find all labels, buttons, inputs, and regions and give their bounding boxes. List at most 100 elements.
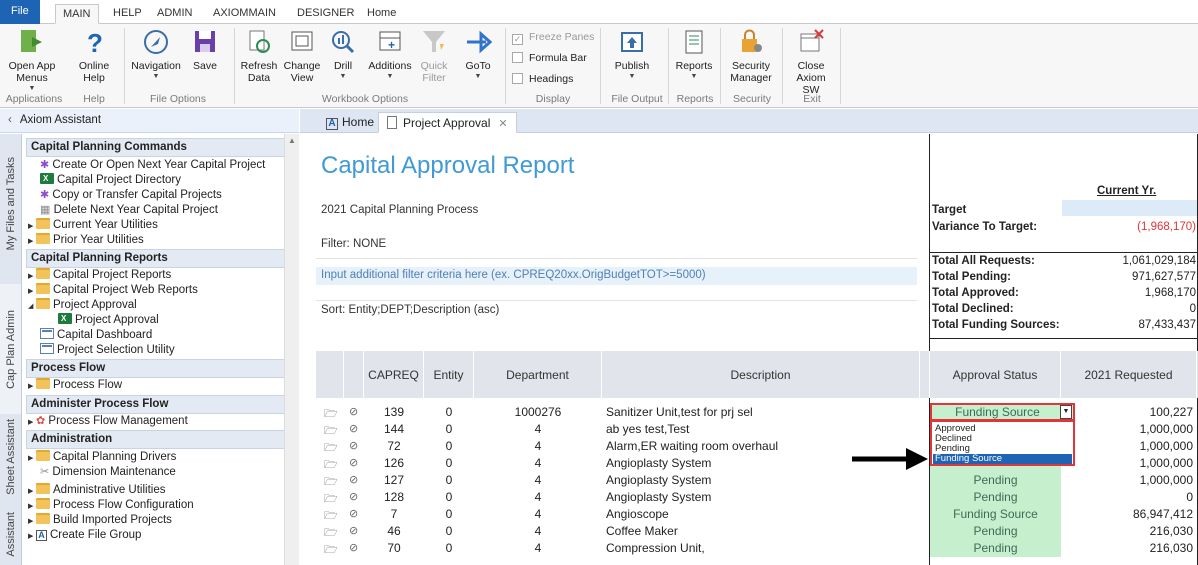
tab-help[interactable]: HELP <box>106 4 149 24</box>
tree-item-process-flow-management[interactable]: ▶ ✿ Process Flow Management <box>28 414 188 429</box>
status-cell[interactable]: Funding Source <box>930 506 1061 523</box>
security-manager-button[interactable]: Security Manager <box>726 28 776 84</box>
close-tab-icon[interactable]: ✕ <box>498 118 507 130</box>
open-folder-icon[interactable]: 🗁 <box>324 541 338 560</box>
formula-bar-checkbox[interactable]: Formula Bar <box>512 52 587 64</box>
dropdown-arrow-icon[interactable]: ▼ <box>1060 405 1072 419</box>
tree-item-copy-transfer[interactable]: ✱ Copy or Transfer Capital Projects <box>40 188 222 203</box>
expand-arrow-icon[interactable]: ▶ <box>28 234 36 249</box>
tree-item-build-imported-projects[interactable]: ▶ Build Imported Projects <box>28 513 172 528</box>
header-approval-status[interactable]: Approval Status <box>930 351 1061 398</box>
tree-item-delete-next-year[interactable]: ▦ Delete Next Year Capital Project <box>40 203 218 218</box>
vtab-sheet-assistant[interactable]: Sheet Assistant <box>0 414 21 500</box>
vtab-assistant[interactable]: Assistant <box>0 504 21 565</box>
expand-arrow-icon[interactable]: ▶ <box>28 529 36 544</box>
section-capital-planning-commands[interactable]: Capital Planning Commands ^ <box>26 138 284 157</box>
tree-item-prior-year-utilities[interactable]: ▶ Prior Year Utilities <box>28 233 144 248</box>
tree-item-process-flow-configuration[interactable]: ▶ Process Flow Configuration <box>28 498 194 513</box>
table-row[interactable]: 🗁 ⊘ 70 0 4 Compression Unit, 216,030 Pending <box>316 540 1198 557</box>
tree-item-project-web-reports[interactable]: ▶ Capital Project Web Reports <box>28 283 198 298</box>
table-row[interactable]: 🗁 ⊘ 7 0 4 Angioscope 86,947,412 Funding Source <box>316 506 1198 523</box>
expand-arrow-icon[interactable]: ▶ <box>28 514 36 529</box>
vtab-cap-plan-admin[interactable]: Cap Plan Admin <box>0 284 21 414</box>
tab-file[interactable]: File <box>0 0 40 24</box>
tab-designer[interactable]: DESIGNER <box>290 4 361 24</box>
open-app-menus-button[interactable]: Open App Menus ▼ <box>6 28 58 93</box>
expand-arrow-icon[interactable]: ▶ <box>28 219 36 234</box>
additions-button[interactable]: + Additions ▼ <box>366 28 414 81</box>
section-administration[interactable]: Administration ^ <box>26 430 284 449</box>
clear-icon[interactable]: ⊘ <box>349 473 358 486</box>
change-view-button[interactable]: Change View <box>282 28 322 84</box>
tree-item-create-file-group[interactable]: ▶ A Create File Group <box>28 528 141 543</box>
section-administer-process-flow[interactable]: Administer Process Flow ^ <box>26 395 284 414</box>
clear-icon[interactable]: ⊘ <box>349 422 358 435</box>
left-panel-scrollbar[interactable]: ▲ <box>284 134 299 565</box>
tree-item-current-year-utilities[interactable]: ▶ Current Year Utilities <box>28 218 158 233</box>
goto-button[interactable]: GoTo ▼ <box>458 28 498 81</box>
refresh-data-button[interactable]: Refresh Data <box>238 28 280 84</box>
reports-button[interactable]: Reports ▼ <box>674 28 714 81</box>
clear-icon[interactable]: ⊘ <box>349 507 358 520</box>
expand-arrow-icon[interactable]: ▶ <box>28 379 36 394</box>
scroll-up-icon[interactable]: ▲ <box>288 136 296 145</box>
approval-status-dropdown[interactable]: Funding Source ▼ <box>930 403 1075 421</box>
drill-button[interactable]: Drill ▼ <box>326 28 360 81</box>
tree-item-project-directory[interactable]: Capital Project Directory <box>40 171 181 188</box>
tree-item-capital-dashboard[interactable]: Capital Dashboard <box>40 328 152 343</box>
expand-arrow-icon[interactable]: ▶ <box>28 284 36 299</box>
status-cell[interactable]: Pending <box>930 540 1061 557</box>
tree-item-project-selection-utility[interactable]: Project Selection Utility <box>40 343 175 358</box>
tab-home[interactable]: Home <box>360 4 403 24</box>
expand-arrow-icon[interactable]: ▶ <box>28 415 36 430</box>
freeze-panes-checkbox[interactable]: ✓ Freeze Panes <box>512 31 594 45</box>
table-row[interactable]: 🗁 ⊘ 128 0 4 Angioplasty System 0 Pending <box>316 489 1198 506</box>
section-capital-planning-reports[interactable]: Capital Planning Reports ^ <box>26 249 284 268</box>
tree-item-create-next-year[interactable]: ✱ Create Or Open Next Year Capital Proje… <box>40 158 265 173</box>
header-requested[interactable]: 2021 Requested <box>1061 351 1197 398</box>
close-axiom-button[interactable]: Close Axiom SW <box>788 28 834 96</box>
header-department[interactable]: Department <box>474 351 602 398</box>
headings-checkbox[interactable]: Headings <box>512 73 573 85</box>
clear-icon[interactable]: ⊘ <box>349 541 358 554</box>
tree-item-capital-planning-drivers[interactable]: ▶ Capital Planning Drivers <box>28 450 176 465</box>
expand-arrow-icon[interactable]: ▶ <box>28 484 36 499</box>
tab-axiommain[interactable]: AXIOMMAIN <box>206 4 283 24</box>
header-entity[interactable]: Entity <box>424 351 474 398</box>
tree-item-administrative-utilities[interactable]: ▶ Administrative Utilities <box>28 483 165 498</box>
clear-icon[interactable]: ⊘ <box>349 405 358 418</box>
tree-item-project-reports[interactable]: ▶ Capital Project Reports <box>28 268 171 283</box>
tree-item-dimension-maintenance[interactable]: ✂ Dimension Maintenance <box>40 465 176 480</box>
tab-home-doc[interactable]: A Home <box>318 112 382 133</box>
chevron-left-icon[interactable]: ‹ <box>8 114 12 126</box>
table-row[interactable]: 🗁 ⊘ 127 0 4 Angioplasty System 1,000,000 Pendin… <box>316 472 1198 489</box>
option-funding-source[interactable]: Funding Source <box>933 454 1072 464</box>
header-capreq[interactable]: CAPREQ <box>364 351 424 398</box>
expand-arrow-icon[interactable]: ▶ <box>28 269 36 284</box>
status-cell[interactable]: Pending <box>930 523 1061 540</box>
tab-project-approval[interactable]: Project Approval ✕ <box>378 112 517 133</box>
tab-main[interactable]: MAIN <box>55 4 99 24</box>
status-cell[interactable]: Pending <box>930 472 1061 489</box>
clear-icon[interactable]: ⊘ <box>349 524 358 537</box>
tab-admin[interactable]: ADMIN <box>150 4 199 24</box>
save-button[interactable]: Save <box>188 28 222 72</box>
quick-filter-button[interactable]: Quick Filter <box>416 28 452 84</box>
expand-arrow-icon[interactable]: ▶ <box>28 499 36 514</box>
expand-arrow-icon[interactable]: ▶ <box>28 451 36 466</box>
status-cell[interactable]: Pending <box>930 489 1061 506</box>
clear-icon[interactable]: ⊘ <box>349 439 358 452</box>
tree-item-project-approval-folder[interactable]: ◢ Project Approval <box>28 298 137 313</box>
collapse-arrow-icon[interactable]: ◢ <box>28 299 36 314</box>
table-row[interactable]: 🗁 ⊘ 46 0 4 Coffee Maker 216,030 Pending <box>316 523 1198 540</box>
section-process-flow[interactable]: Process Flow ^ <box>26 359 284 378</box>
tree-item-process-flow[interactable]: ▶ Process Flow <box>28 378 122 393</box>
axiom-assistant-header[interactable]: ‹ Axiom Assistant <box>0 109 299 133</box>
clear-icon[interactable]: ⊘ <box>349 456 358 469</box>
navigation-button[interactable]: Navigation ▼ <box>128 28 184 81</box>
online-help-button[interactable]: ? Online Help <box>72 28 116 84</box>
header-description[interactable]: Description <box>602 351 920 398</box>
tree-item-project-approval-file[interactable]: Project Approval <box>58 311 159 328</box>
publish-button[interactable]: Publish ▼ <box>610 28 654 81</box>
clear-icon[interactable]: ⊘ <box>349 490 358 503</box>
